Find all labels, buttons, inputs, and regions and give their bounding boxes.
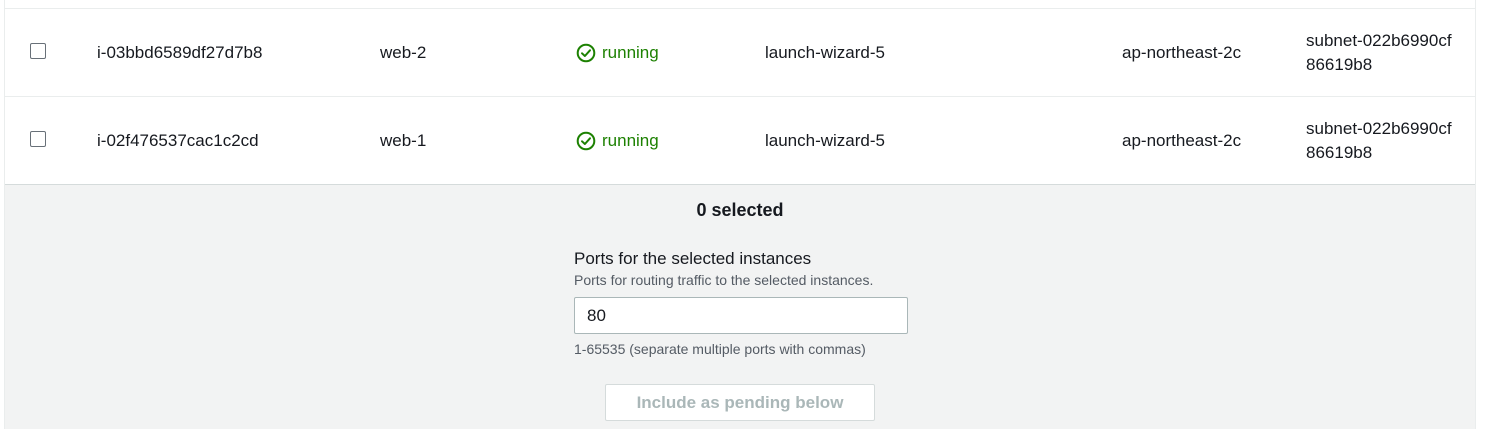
- row-checkbox[interactable]: [30, 131, 46, 147]
- security-group: launch-wizard-5: [765, 42, 885, 62]
- instance-name: web-2: [380, 42, 427, 62]
- instances-table: i-03bbd6589df27d7b8 web-2 running launch…: [5, 0, 1475, 184]
- row-checkbox[interactable]: [30, 43, 46, 59]
- target-instances-panel: i-03bbd6589df27d7b8 web-2 running launch…: [4, 0, 1476, 429]
- ports-hint: 1-65535 (separate multiple ports with co…: [574, 341, 866, 357]
- instance-id: i-03bbd6589df27d7b8: [97, 42, 263, 62]
- table-row[interactable]: i-03bbd6589df27d7b8 web-2 running launch…: [5, 8, 1475, 96]
- ports-form-field: Ports for the selected instances Ports f…: [574, 249, 908, 357]
- instance-state: running: [576, 9, 659, 96]
- availability-zone: ap-northeast-2c: [1122, 42, 1242, 62]
- instance-name: web-1: [380, 130, 427, 150]
- selected-count: 0 selected: [696, 200, 784, 220]
- check-circle-icon: [576, 131, 596, 150]
- state-label: running: [602, 130, 659, 150]
- instance-id: i-02f476537cac1c2cd: [97, 130, 259, 150]
- check-circle-icon: [576, 43, 596, 62]
- ports-label: Ports for the selected instances: [574, 249, 812, 268]
- ports-description: Ports for routing traffic to the selecte…: [574, 272, 874, 288]
- subnet-id: subnet-022b6990cf86619b8: [1306, 30, 1452, 74]
- include-as-pending-button[interactable]: Include as pending below: [605, 384, 875, 421]
- security-group: launch-wizard-5: [765, 130, 885, 150]
- instance-state: running: [576, 97, 659, 184]
- selection-footer: 0 selected Ports for the selected instan…: [5, 185, 1475, 429]
- ports-input[interactable]: [574, 297, 908, 334]
- state-label: running: [602, 42, 659, 62]
- subnet-id: subnet-022b6990cf86619b8: [1306, 118, 1452, 162]
- table-row[interactable]: i-02f476537cac1c2cd web-1 running launch…: [5, 96, 1475, 184]
- availability-zone: ap-northeast-2c: [1122, 130, 1242, 150]
